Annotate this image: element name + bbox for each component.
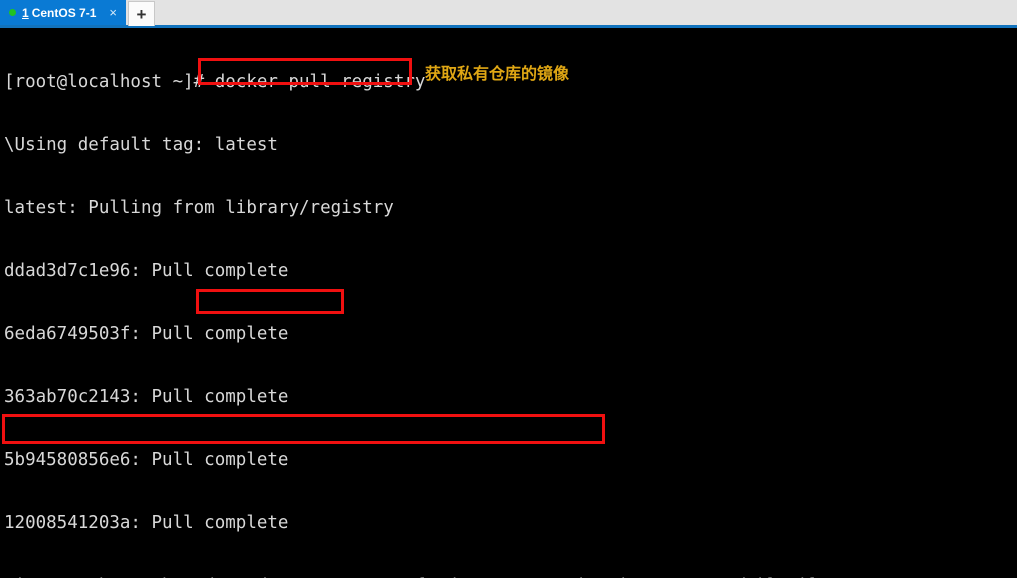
terminal-line: \Using default tag: latest	[4, 135, 278, 155]
terminal-tab-centos-7-1[interactable]: 1 CentOS 7-1 ×	[0, 0, 126, 25]
terminal-line: ddad3d7c1e96: Pull complete	[4, 261, 289, 281]
terminal-line: 363ab70c2143: Pull complete	[4, 387, 289, 407]
tab-index-label: 1	[22, 5, 29, 20]
connection-status-dot-icon	[9, 9, 16, 16]
terminal-line: 6eda6749503f: Pull complete	[4, 324, 289, 344]
annotation-note-label: 获取私有仓库的镜像	[425, 64, 570, 83]
terminal-line: 12008541203a: Pull complete	[4, 513, 289, 533]
tab-bar-empty-area	[155, 0, 1017, 25]
terminal-line: latest: Pulling from library/registry	[4, 198, 394, 218]
terminal-output: [root@localhost ~]# docker pull registry…	[4, 30, 836, 578]
close-icon[interactable]: ×	[106, 6, 120, 19]
terminal-line: [root@localhost ~]# docker pull registry	[4, 72, 426, 92]
terminal-line: 5b94580856e6: Pull complete	[4, 450, 289, 470]
tab-title-label: CentOS 7-1	[31, 5, 97, 20]
tab-bar: 1 CentOS 7-1 × +	[0, 0, 1017, 28]
new-tab-button[interactable]: +	[127, 1, 155, 26]
terminal-screen[interactable]: [root@localhost ~]# docker pull registry…	[0, 28, 1017, 578]
